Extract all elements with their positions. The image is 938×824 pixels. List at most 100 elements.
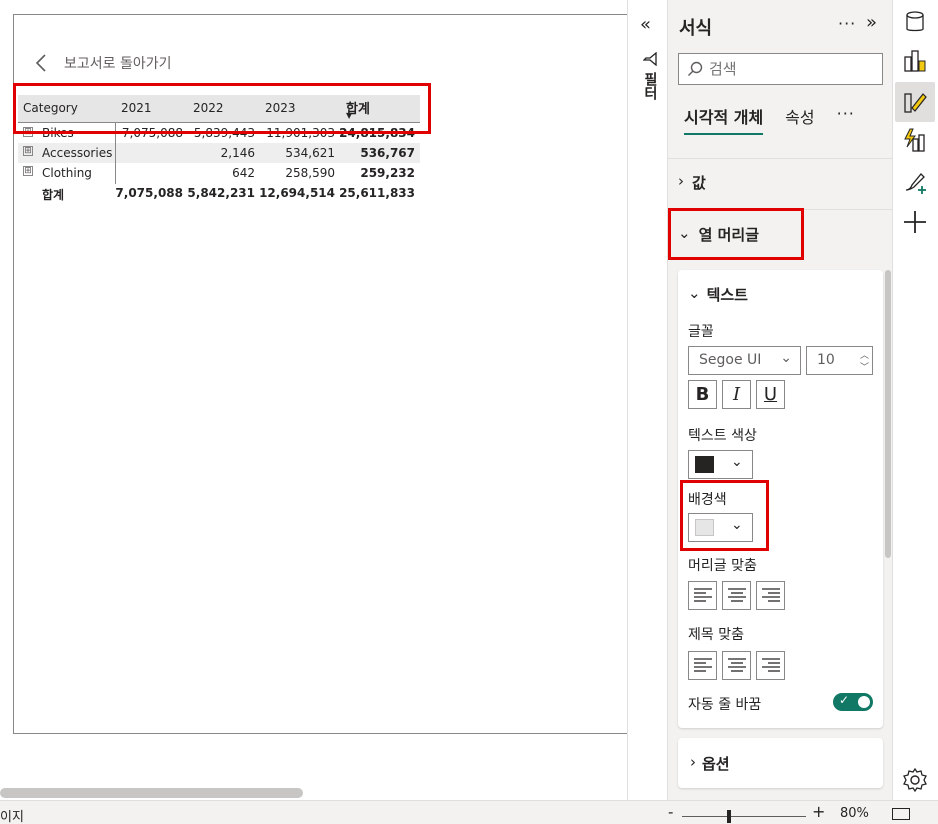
analytics-icon[interactable] (901, 127, 929, 155)
pane-tabs: 시각적 개체 속성 ··· (684, 104, 855, 135)
back-to-report-button[interactable]: 보고서로 돌아가기 (34, 53, 172, 73)
cell-2022: 5,839,443 (193, 126, 255, 140)
column-header-2022[interactable]: 2022 (193, 101, 224, 115)
section-column-headers[interactable]: ⌄ 열 머리글 (678, 224, 759, 245)
zoom-slider[interactable] (682, 816, 806, 817)
chevron-down-icon: ⌄ (678, 224, 691, 242)
build-visual-icon[interactable] (901, 47, 929, 75)
cell-total: 259,232 (360, 166, 415, 180)
horizontal-scrollbar[interactable] (0, 788, 303, 798)
filter-pane-toggle[interactable]: 필터 (640, 52, 660, 100)
column-header-category[interactable]: Category (23, 101, 78, 115)
text-color-label: 텍스트 색상 (688, 428, 757, 444)
expand-plus-icon[interactable]: ⊞ (23, 127, 33, 137)
page-tab-label[interactable]: 이지 (0, 806, 24, 824)
row-label: Clothing (42, 166, 92, 180)
expand-filters-icon[interactable]: « (640, 14, 651, 35)
settings-gear-icon[interactable] (901, 766, 929, 794)
divider (668, 209, 892, 210)
align-right-icon (762, 588, 780, 602)
total-2023: 12,694,514 (259, 186, 335, 200)
pane-title: 서식 (679, 18, 713, 39)
align-left-icon (694, 658, 712, 672)
pane-scrollbar[interactable] (885, 270, 891, 558)
tab-more[interactable]: ··· (837, 104, 855, 135)
chevron-down-icon: ⌄ (688, 284, 701, 302)
search-input[interactable] (709, 60, 869, 78)
paint-brush-add-icon[interactable] (901, 168, 929, 196)
title-align-center-button[interactable] (722, 651, 751, 680)
add-icon[interactable] (901, 208, 929, 236)
collapse-pane-icon[interactable]: » (866, 12, 877, 33)
text-card-title: 텍스트 (706, 286, 748, 304)
column-header-2021[interactable]: 2021 (121, 101, 152, 115)
options-card[interactable]: › 옵션 (678, 738, 883, 788)
row-label: Bikes (42, 126, 74, 140)
chevron-left-icon (35, 54, 46, 72)
toggle-knob (858, 696, 870, 708)
zoom-out-button[interactable]: - (668, 803, 673, 821)
cell-2022: 642 (232, 166, 255, 180)
word-wrap-toggle[interactable]: ✓ (833, 693, 873, 711)
status-bar: 이지 - + 80% (0, 800, 938, 824)
format-visual-icon[interactable] (901, 88, 929, 116)
cell-total: 536,767 (360, 146, 415, 160)
background-color-label: 배경색 (688, 492, 727, 508)
cell-2021: 7,075,088 (121, 126, 183, 140)
sort-descending-icon: ▼ (346, 111, 353, 120)
section-values-label: 값 (692, 174, 706, 192)
cell-2023: 11,901,303 (266, 126, 335, 140)
zoom-level[interactable]: 80% (840, 806, 869, 821)
divider (668, 158, 892, 159)
cell-2023: 534,621 (285, 146, 335, 160)
back-to-report-label: 보고서로 돌아가기 (64, 56, 172, 72)
text-card: ⌄ 텍스트 글꼴 Segoe UI ⌄ 10 ︿ ﹀ B I U 텍스트 색상 … (678, 270, 883, 728)
total-2022: 5,842,231 (187, 186, 255, 200)
font-family-dropdown[interactable]: Segoe UI ⌄ (688, 346, 801, 375)
column-header-2023[interactable]: 2023 (265, 101, 296, 115)
table-row: ⊞ Clothing 642 258,590 259,232 (18, 163, 420, 183)
data-icon[interactable] (901, 8, 929, 36)
header-align-left-button[interactable] (688, 581, 717, 610)
background-color-picker[interactable]: ⌄ (688, 513, 753, 542)
zoom-slider-thumb[interactable] (727, 810, 732, 823)
bold-button[interactable]: B (688, 380, 717, 409)
italic-button[interactable]: I (722, 380, 751, 409)
align-left-icon (694, 588, 712, 602)
align-center-icon (728, 658, 746, 672)
matrix-visual[interactable]: Category 2021 2022 2023 합계 ▼ ⊞ Bikes 7,0… (18, 95, 420, 203)
more-options-icon[interactable]: ··· (838, 14, 856, 33)
underline-button[interactable]: U (756, 380, 785, 409)
row-label: Accessories (42, 146, 113, 160)
text-color-picker[interactable]: ⌄ (688, 450, 753, 479)
header-align-right-button[interactable] (756, 581, 785, 610)
expand-plus-icon[interactable]: ⊞ (23, 146, 33, 156)
chevron-right-icon: › (678, 172, 684, 190)
search-icon (688, 61, 703, 76)
options-header: › 옵션 (690, 753, 730, 774)
section-values[interactable]: › 값 (678, 172, 706, 193)
total-row: 합계 7,075,088 5,842,231 12,694,514 25,611… (18, 183, 420, 203)
search-box[interactable] (678, 53, 883, 85)
zoom-in-button[interactable]: + (812, 802, 825, 821)
right-rail (892, 0, 938, 800)
title-align-left-button[interactable] (688, 651, 717, 680)
word-wrap-label: 자동 줄 바꿈 (688, 697, 762, 713)
font-family-value: Segoe UI (699, 352, 762, 368)
font-size-stepper[interactable]: 10 ︿ ﹀ (806, 346, 873, 375)
font-size-value: 10 (817, 352, 835, 368)
expand-plus-icon[interactable]: ⊞ (23, 166, 33, 176)
tab-visual[interactable]: 시각적 개체 (684, 104, 764, 135)
fit-to-page-icon[interactable] (892, 808, 910, 820)
cell-2022: 2,146 (220, 146, 255, 160)
section-column-headers-label: 열 머리글 (698, 226, 760, 244)
font-label: 글꼴 (688, 324, 714, 340)
total-2021: 7,075,088 (115, 186, 183, 200)
tab-general[interactable]: 속성 (785, 104, 814, 135)
text-card-header[interactable]: ⌄ 텍스트 (688, 284, 748, 305)
header-align-center-button[interactable] (722, 581, 751, 610)
background-color-swatch (695, 519, 714, 536)
title-align-right-button[interactable] (756, 651, 785, 680)
chevron-down-icon[interactable]: ﹀ (860, 360, 869, 373)
funnel-icon (643, 52, 657, 66)
